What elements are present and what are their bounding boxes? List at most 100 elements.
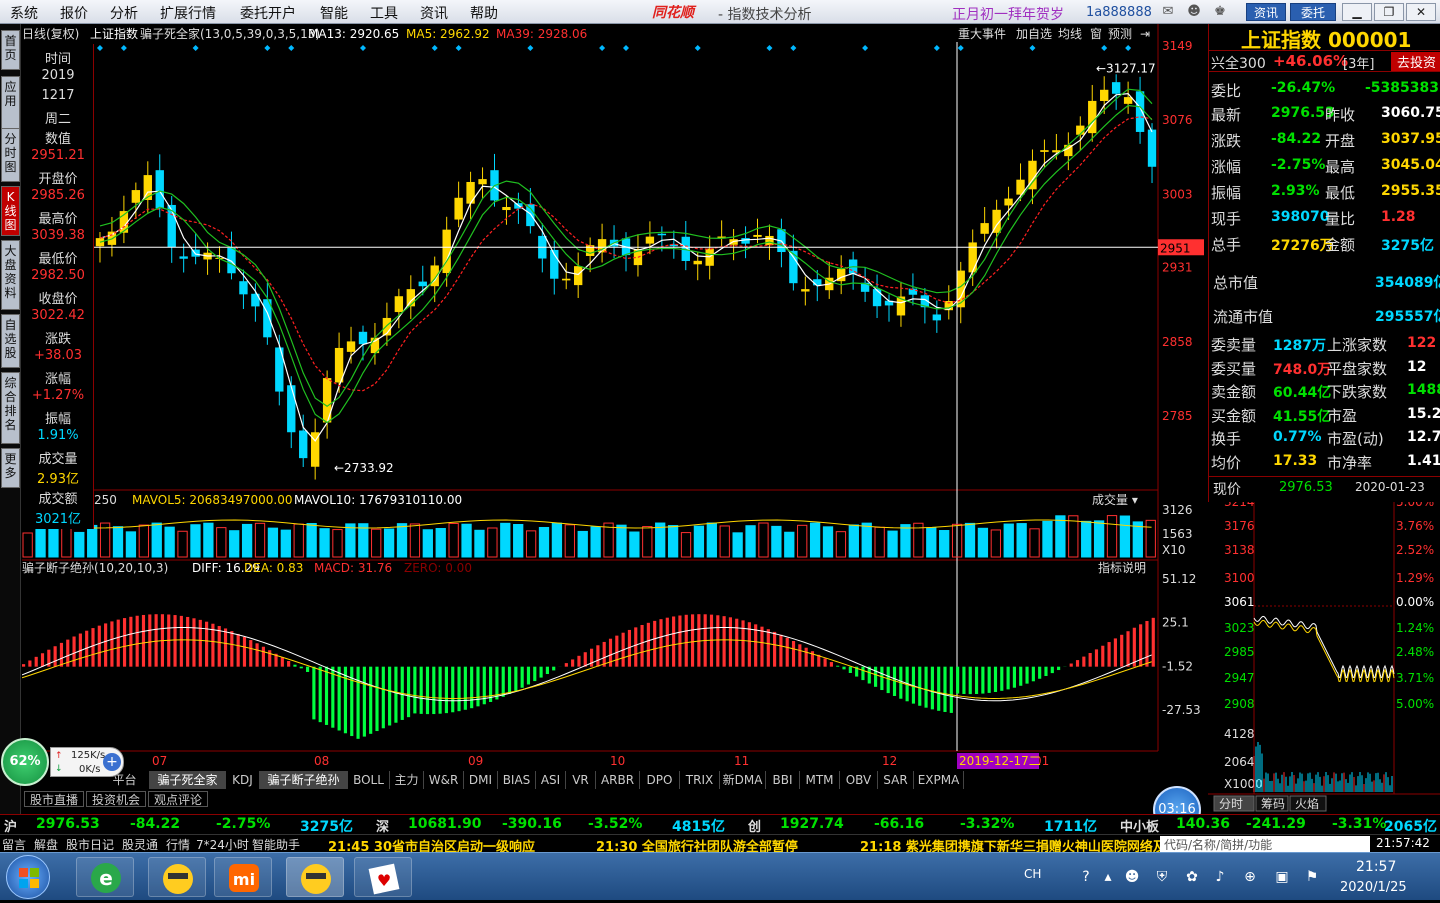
chart-tool-0[interactable]: 重大事件 [958,27,1006,41]
trade-button[interactable]: 委托 [1290,3,1336,21]
side-tab-kline[interactable]: K线图 [1,186,20,236]
close-button[interactable]: ✕ [1406,3,1436,21]
indicator-tab[interactable]: ASI [536,771,566,789]
side-tab-home[interactable]: 首页 [1,30,20,70]
invest-button[interactable]: 去投资 [1391,52,1440,71]
indicator-tab[interactable]: 新DMA [720,771,766,789]
indicator-tab[interactable]: 骗子断子绝孙 [260,771,348,789]
language-indicator[interactable]: CH [1024,867,1041,881]
indicator-tab[interactable]: SAR [878,771,914,789]
indicator-tab[interactable]: 主力 [390,771,424,789]
help-icon[interactable]: ? [1076,867,1096,887]
volume-icon[interactable]: ♪ [1210,867,1230,887]
taskbar-cards[interactable]: ♥ [354,857,412,897]
macd-value: MACD: 31.76 [314,561,392,575]
menu-trade[interactable]: 委托开户 [240,3,296,23]
menu-analysis[interactable]: 分析 [110,3,138,23]
menu-smart[interactable]: 智能 [320,3,348,23]
indicator-tab[interactable]: BBI [766,771,800,789]
chart-tool-1[interactable]: 加自选 [1016,27,1052,41]
volume-bar [242,524,251,557]
ticker-sz[interactable]: 深 [376,816,389,835]
news-link[interactable]: 股市日记 [66,836,114,853]
menu-quote[interactable]: 报价 [60,3,88,23]
news-link[interactable]: 解盘 [34,836,58,853]
flag-icon[interactable]: ⚑ [1302,867,1322,887]
chart-tool-3[interactable]: 窗 [1090,27,1102,41]
indicator-tab[interactable]: EXPMA [914,771,964,789]
shield-icon[interactable]: ⛨ [1152,867,1172,887]
menu-extended[interactable]: 扩展行情 [160,3,216,23]
flower-icon[interactable]: ✿ [1182,867,1202,887]
mini-tab[interactable]: 筹码 [1261,797,1285,811]
indicator-help-button[interactable]: 指标说明 [1098,560,1146,575]
taskbar-ths-1[interactable] [148,857,206,897]
content-tab[interactable]: 观点评论 [148,791,208,807]
shirt-icon[interactable]: ♚ [1212,4,1228,20]
content-tab[interactable]: 股市直播 [24,791,84,807]
news-link[interactable]: 留言 [2,836,26,853]
indicator-tab[interactable]: VR [566,771,596,789]
notification-icon[interactable]: ☻ [1186,4,1202,20]
news-link[interactable]: 智能助手 [252,836,300,853]
ticker-cy[interactable]: 创 [748,816,761,835]
news-link[interactable]: 行情 [166,836,190,853]
news-link[interactable]: 7*24小时 [196,836,249,853]
menu-news[interactable]: 资讯 [420,3,448,23]
start-button[interactable] [6,855,50,899]
indicator-tab[interactable]: BOLL [348,771,390,789]
taskbar-mi[interactable]: mi [214,857,272,897]
add-tray-icon[interactable]: ⊕ [1240,867,1260,887]
side-tab-more[interactable]: 更多 [1,448,20,488]
fund-name[interactable]: 兴全300 [1211,53,1266,73]
network-icon[interactable]: ▣ [1272,867,1292,887]
minimize-button[interactable]: ▁ [1342,3,1372,21]
taskbar: e mi ♥ CH ? ▴ ☻ ⛨ ✿ ♪ ⊕ ▣ ⚑ 21:57 2020/1… [0,852,1440,900]
chart-tool-2[interactable]: 均线 [1058,27,1082,41]
speed-meter[interactable]: 62% [1,738,49,786]
taskbar-ths-2[interactable] [286,857,344,897]
side-tab-timeshare[interactable]: 分时图 [1,128,20,182]
search-input[interactable]: 代码/名称/简拼/功能 [1160,836,1370,852]
indicator-tab[interactable]: 骗子死全家 [150,771,226,789]
user-name[interactable]: 1a888888 [1086,5,1152,20]
indicator-tab[interactable]: TRIX [680,771,720,789]
news-button[interactable]: 资讯 [1246,3,1286,21]
add-icon[interactable]: + [103,753,121,771]
side-tab-ranking[interactable]: 综合排名 [1,372,20,444]
indicator-tab[interactable]: MTM [800,771,840,789]
tray-arrow-icon[interactable]: ▴ [1098,867,1118,887]
taskbar-time[interactable]: 21:57 [1356,859,1396,875]
indicator-tab[interactable]: KDJ [226,771,260,789]
content-tab[interactable]: 投资机会 [86,791,146,807]
mini-tab[interactable]: 火焰 [1295,796,1319,811]
indicator-tab[interactable]: BIAS [498,771,536,789]
mini-tab[interactable]: 分时 [1219,797,1243,811]
month-label: 11 [734,754,749,768]
kline-chart-area[interactable]: 日线(复权)上证指数骗子死全家(13,0,5,39,0,3,5,13)MA13:… [22,24,1208,771]
ticker-sh[interactable]: 沪 [4,816,17,835]
indicator-tab[interactable]: W&R [424,771,464,789]
chart-tool-4[interactable]: 预测 [1108,27,1132,41]
restore-button[interactable]: ❐ [1374,3,1404,21]
menu-help[interactable]: 帮助 [470,3,498,23]
macd-bar [148,614,151,666]
menu-tools[interactable]: 工具 [370,3,398,23]
ticker-zx[interactable]: 中小板 [1120,816,1159,835]
indicator-tab[interactable]: ARBR [596,771,640,789]
taskbar-ie[interactable]: e [76,857,134,897]
volume-select[interactable]: 成交量 ▾ [1092,492,1138,507]
taskbar-date[interactable]: 2020/1/25 [1340,880,1407,895]
indicator-tab[interactable]: DMI [464,771,498,789]
indicator-tab[interactable]: DPO [640,771,680,789]
side-tab-market-info[interactable]: 大盘资料 [1,240,20,310]
macd-bar [546,667,549,674]
news-link[interactable]: 股灵通 [122,836,158,853]
menu-system[interactable]: 系统 [10,3,38,23]
side-tab-watchlist[interactable]: 自选股 [1,314,20,368]
intraday-mini-chart[interactable]: 3214317631383100306130232985294729084128… [1208,502,1440,812]
mail-icon[interactable]: ✉ [1160,4,1176,20]
greeting-link[interactable]: 正月初一拜年贺岁 [952,4,1064,24]
tray-ths-icon[interactable]: ☻ [1122,867,1142,887]
indicator-tab[interactable]: OBV [840,771,878,789]
